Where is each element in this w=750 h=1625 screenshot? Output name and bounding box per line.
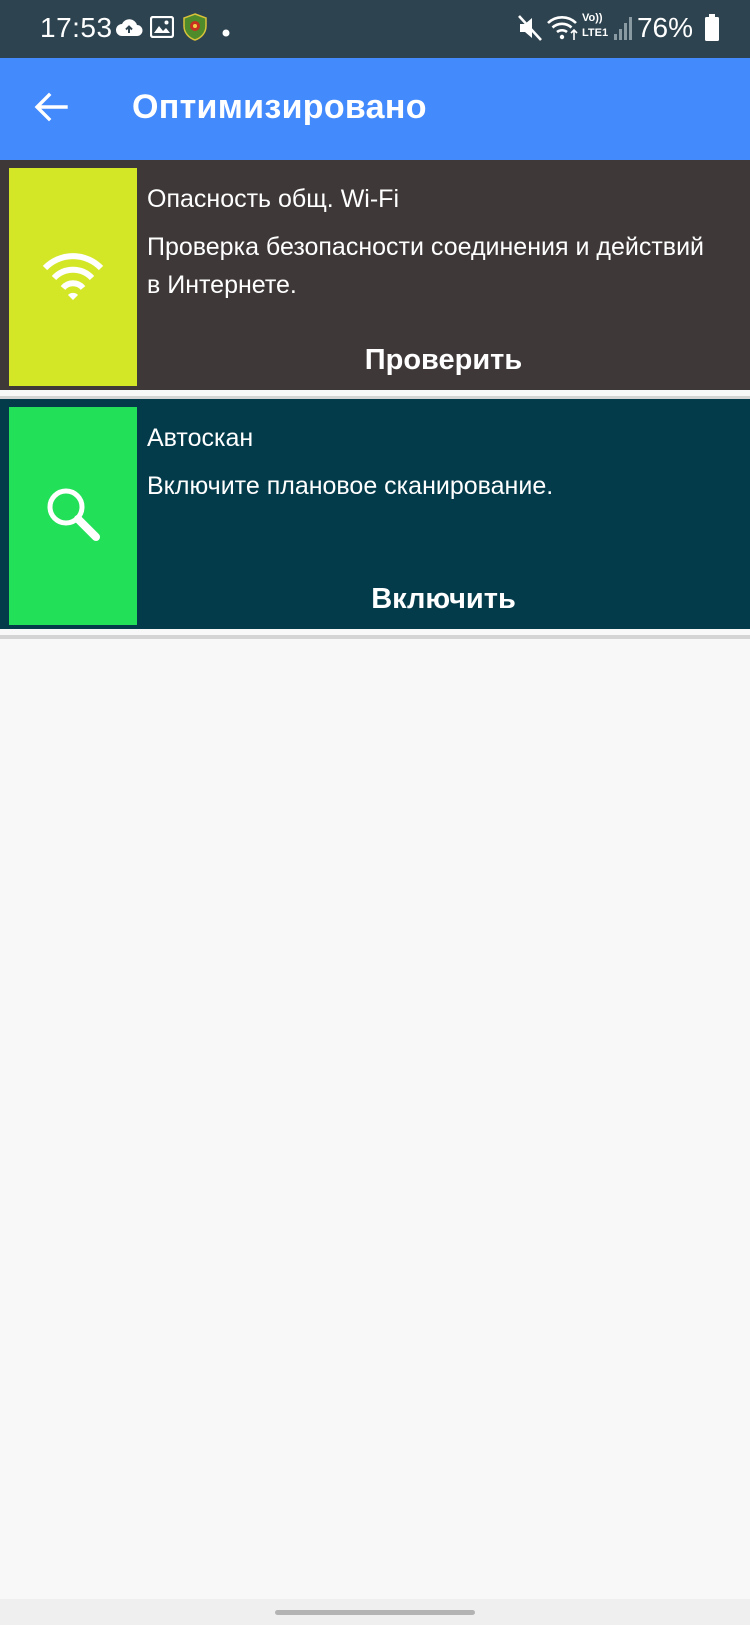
signal-icon <box>614 16 632 45</box>
card-title: Автоскан <box>147 424 254 452</box>
back-button[interactable] <box>22 80 80 138</box>
card-description: Включите плановое сканирование. <box>147 472 554 500</box>
card-tile-wifi <box>9 168 137 386</box>
arrow-back-icon <box>34 92 68 127</box>
divider <box>0 635 750 639</box>
search-icon <box>44 485 102 548</box>
network-label-top: Vo)) <box>582 12 603 24</box>
status-bar: 17:53 Vo)) LTE1 76% <box>0 0 750 58</box>
page-title: Оптимизировано <box>132 88 427 126</box>
card-title: Опасность общ. Wi-Fi <box>147 185 400 213</box>
card-tile-search <box>9 407 137 625</box>
card-autoscan: Автоскан Включите плановое сканирование.… <box>0 399 750 629</box>
card-description: Проверка безопасности соединения и дейст… <box>147 233 704 299</box>
dot-icon <box>222 24 230 42</box>
network-label-bottom: LTE1 <box>582 27 609 39</box>
card-wifi-danger: Опасность общ. Wi-Fi Проверка безопаснос… <box>0 160 750 390</box>
image-icon <box>149 15 175 43</box>
gesture-nav-bar <box>0 1599 750 1625</box>
mute-icon <box>517 14 543 47</box>
battery-percent: 76% <box>636 12 693 43</box>
battery-icon <box>704 14 720 47</box>
shield-app-icon <box>183 13 207 46</box>
status-time: 17:53 <box>40 12 113 43</box>
wifi-icon <box>42 249 104 306</box>
home-indicator[interactable] <box>275 1610 475 1615</box>
cloud-upload-icon <box>115 16 143 43</box>
enable-button[interactable]: Включить <box>137 583 750 616</box>
app-bar: Оптимизировано <box>0 58 750 160</box>
check-button[interactable]: Проверить <box>137 344 750 377</box>
wifi-icon <box>546 14 580 47</box>
